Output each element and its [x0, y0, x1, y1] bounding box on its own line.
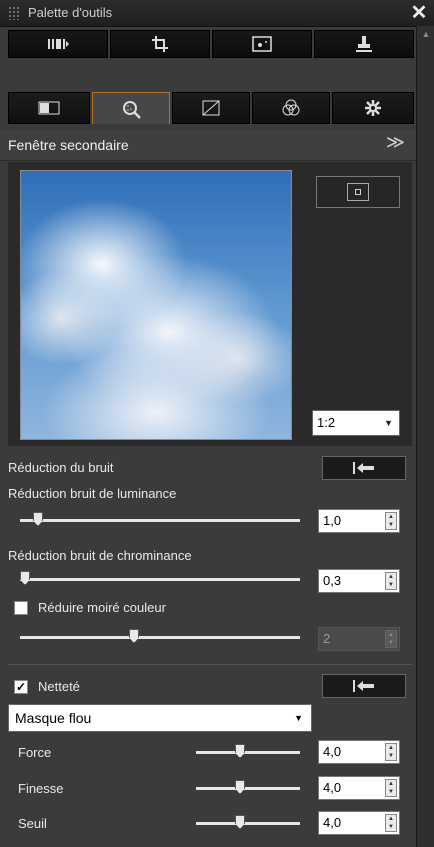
force-slider-track[interactable] [196, 751, 300, 754]
luminance-value-field[interactable]: 1,0 ▲ ▼ [318, 509, 400, 533]
scroll-up-arrow-icon[interactable]: ▲ [417, 26, 434, 42]
spin-arrows-icon[interactable]: ▲ ▼ [385, 572, 397, 590]
basic-adjust-icon [38, 101, 60, 115]
chrominance-slider-thumb[interactable] [20, 571, 30, 585]
luminance-slider-track[interactable] [20, 519, 300, 522]
seuil-slider-thumb[interactable] [235, 815, 245, 829]
stamp-button[interactable] [314, 30, 414, 58]
sharpness-checkbox[interactable]: ✓ [14, 680, 28, 694]
tab-basic-adjust[interactable] [8, 92, 90, 124]
zoom-select[interactable]: 1:2 ▼ [312, 410, 400, 436]
rgb-adjust-button[interactable] [8, 30, 108, 58]
section-title: Fenêtre secondaire [8, 137, 129, 153]
seuil-value-field[interactable]: 4,0 ▲ ▼ [318, 811, 400, 835]
finesse-label: Finesse [18, 781, 64, 796]
noise-reduction-title: Réduction du bruit [8, 460, 114, 475]
fit-view-button[interactable] [316, 176, 400, 208]
tab-tone-curve[interactable] [172, 92, 250, 124]
moire-slider-thumb[interactable] [129, 629, 139, 643]
dust-removal-icon [252, 36, 272, 52]
chevron-down-icon: ▼ [384, 418, 393, 428]
luminance-label: Réduction bruit de luminance [8, 486, 177, 501]
tab-noise-detail[interactable] [92, 92, 170, 124]
moire-value: 2 [323, 631, 331, 646]
tone-curve-icon [202, 100, 220, 116]
chevron-down-icon: ▼ [294, 713, 303, 723]
spin-arrows-icon[interactable]: ▲ ▼ [385, 814, 397, 832]
crop-icon [152, 36, 168, 52]
close-button[interactable]: ✕ [408, 2, 430, 24]
chrominance-value-field[interactable]: 0,3 ▲ ▼ [318, 569, 400, 593]
section-divider [8, 664, 412, 665]
seuil-label: Seuil [18, 816, 47, 831]
sharpness-mode-value: Masque flou [15, 710, 92, 726]
spin-arrows-icon[interactable]: ▲ ▼ [385, 779, 397, 797]
noise-detail-icon [123, 100, 141, 119]
settings-icon [365, 100, 381, 116]
preview-image[interactable] [20, 170, 292, 440]
chrominance-value: 0,3 [323, 573, 342, 588]
reset-arrow-icon [353, 462, 374, 474]
rgb-adjust-icon [48, 39, 69, 49]
spin-arrows-icon[interactable]: ▲ ▼ [385, 743, 397, 761]
scrollbar[interactable]: ▲ [416, 26, 434, 847]
reset-arrow-icon [353, 680, 374, 692]
luminance-value: 1,0 [323, 513, 342, 528]
finesse-value-field[interactable]: 4,0 ▲ ▼ [318, 776, 400, 800]
zoom-value: 1:2 [317, 415, 336, 430]
spin-arrows-icon[interactable]: ▲ ▼ [385, 630, 397, 648]
moire-label: Réduire moiré couleur [38, 600, 166, 615]
moire-checkbox[interactable] [14, 601, 28, 615]
luminance-slider-thumb[interactable] [33, 512, 43, 526]
force-value-field[interactable]: 4,0 ▲ ▼ [318, 740, 400, 764]
moire-value-field[interactable]: 2 ▲ ▼ [318, 627, 400, 651]
seuil-value: 4,0 [323, 815, 342, 830]
sharpness-reset-button[interactable] [322, 674, 406, 698]
chrominance-slider-track[interactable] [20, 578, 300, 581]
force-value: 4,0 [323, 744, 342, 759]
noise-reset-button[interactable] [322, 456, 406, 480]
seuil-slider-track[interactable] [196, 822, 300, 825]
stamp-icon [356, 36, 372, 52]
tab-color-adjust[interactable] [252, 92, 330, 124]
dust-removal-button[interactable] [212, 30, 312, 58]
sharpness-label: Netteté [38, 679, 80, 694]
spin-arrows-icon[interactable]: ▲ ▼ [385, 512, 397, 530]
collapse-chevron-icon[interactable]: ≫ [386, 132, 405, 153]
window-title: Palette d'outils [28, 5, 113, 20]
finesse-slider-track[interactable] [196, 787, 300, 790]
force-label: Force [18, 745, 52, 760]
tab-settings[interactable] [332, 92, 414, 124]
finesse-slider-thumb[interactable] [235, 780, 245, 794]
sharpness-mode-select[interactable]: Masque flou ▼ [8, 704, 312, 732]
finesse-value: 4,0 [323, 780, 342, 795]
force-slider-thumb[interactable] [235, 744, 245, 758]
fit-view-icon [347, 183, 369, 201]
crop-button[interactable] [110, 30, 210, 58]
chrominance-label: Réduction bruit de chrominance [8, 548, 192, 563]
moire-slider-track[interactable] [20, 636, 300, 639]
color-adjust-icon [282, 99, 300, 116]
grip-icon[interactable] [8, 6, 20, 20]
